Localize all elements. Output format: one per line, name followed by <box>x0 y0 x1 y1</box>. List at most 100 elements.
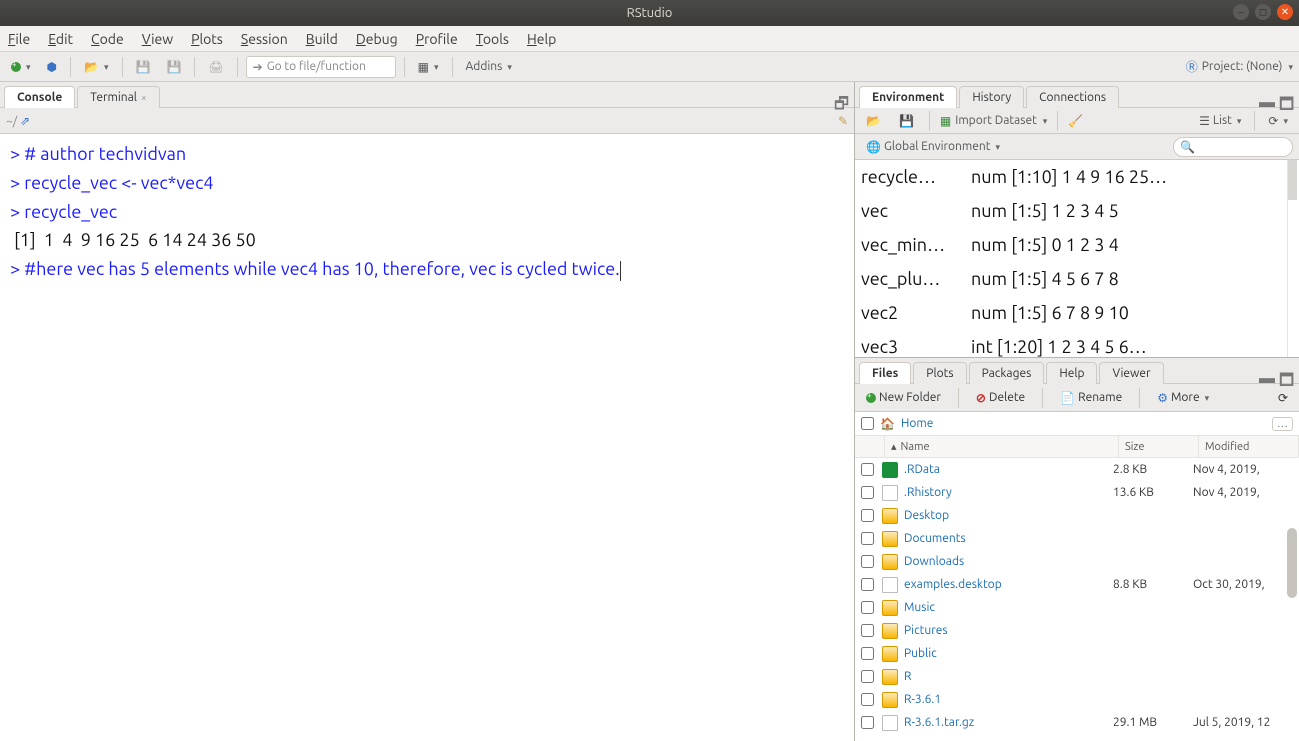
env-var-row[interactable]: vecnum [1:5] 1 2 3 4 5 <box>855 194 1299 228</box>
tab-plots[interactable]: Plots <box>913 362 966 384</box>
select-all-checkbox[interactable] <box>861 417 874 430</box>
col-size[interactable]: Size <box>1119 436 1199 457</box>
menu-debug[interactable]: Debug <box>356 31 398 47</box>
close-button[interactable]: ✕ <box>1277 4 1293 20</box>
menu-session[interactable]: Session <box>241 31 288 47</box>
file-link[interactable]: Music <box>904 601 935 614</box>
pane-maximize-icon[interactable]: 🗖 <box>1279 93 1293 107</box>
tab-viewer[interactable]: Viewer <box>1099 362 1163 384</box>
env-var-row[interactable]: vec_plu…num [1:5] 4 5 6 7 8 <box>855 262 1299 296</box>
minimize-button[interactable]: – <box>1233 4 1249 20</box>
file-row[interactable]: Pictures <box>855 619 1299 642</box>
file-row[interactable]: Documents <box>855 527 1299 550</box>
file-row[interactable]: .RData2.8 KBNov 4, 2019, <box>855 458 1299 481</box>
file-checkbox[interactable] <box>861 670 874 683</box>
rename-button[interactable]: 📄 Rename <box>1055 388 1127 408</box>
menu-help[interactable]: Help <box>527 31 556 47</box>
col-modified[interactable]: Modified <box>1199 436 1299 457</box>
env-var-row[interactable]: vec3int [1:20] 1 2 3 4 5 6… <box>855 330 1299 357</box>
refresh-env-button[interactable]: ⟳ <box>1263 111 1293 131</box>
file-link[interactable]: R-3.6.1 <box>904 693 941 706</box>
menu-build[interactable]: Build <box>306 31 338 47</box>
file-link[interactable]: Desktop <box>904 509 949 522</box>
file-row[interactable]: Public <box>855 642 1299 665</box>
print-button[interactable]: 🖨 <box>203 57 228 77</box>
path-options-button[interactable]: … <box>1272 417 1293 431</box>
more-button[interactable]: ⚙ More <box>1152 388 1214 408</box>
file-row[interactable]: examples.desktop8.8 KBOct 30, 2019, <box>855 573 1299 596</box>
pane-minimize-icon[interactable]: ▬ <box>1259 93 1273 107</box>
maximize-button[interactable]: ◻ <box>1255 4 1271 20</box>
env-search-input[interactable]: 🔍 <box>1173 137 1293 157</box>
file-checkbox[interactable] <box>861 532 874 545</box>
home-icon[interactable]: 🏠 <box>880 417 895 431</box>
env-var-row[interactable]: vec2num [1:5] 6 7 8 9 10 <box>855 296 1299 330</box>
file-link[interactable]: Public <box>904 647 937 660</box>
file-row[interactable]: Downloads <box>855 550 1299 573</box>
file-checkbox[interactable] <box>861 578 874 591</box>
env-scope-button[interactable]: 🌐 Global Environment <box>861 137 1005 157</box>
file-link[interactable]: R <box>904 670 912 683</box>
save-button[interactable]: 💾 <box>131 57 156 77</box>
file-row[interactable]: Music <box>855 596 1299 619</box>
file-link[interactable]: R-3.6.1.tar.gz <box>904 716 974 729</box>
menu-plots[interactable]: Plots <box>191 31 223 47</box>
file-link[interactable]: .RData <box>904 463 940 476</box>
pane-minimize-icon[interactable]: ▬ <box>1259 369 1273 383</box>
save-workspace-button[interactable]: 💾 <box>894 111 919 131</box>
tab-terminal[interactable]: Terminal× <box>77 86 159 108</box>
new-file-button[interactable] <box>6 57 36 76</box>
list-view-button[interactable]: ☰ List <box>1194 111 1246 131</box>
file-link[interactable]: .Rhistory <box>904 486 952 499</box>
tab-environment[interactable]: Environment <box>859 86 957 108</box>
menu-file[interactable]: File <box>8 31 30 47</box>
file-checkbox[interactable] <box>861 486 874 499</box>
grid-button[interactable]: ▦ <box>413 57 444 77</box>
breadcrumb-home[interactable]: Home <box>901 417 933 430</box>
file-row[interactable]: .Rhistory13.6 KBNov 4, 2019, <box>855 481 1299 504</box>
console-output[interactable]: > # author techvidvan> recycle_vec <- ve… <box>0 134 854 741</box>
import-dataset-button[interactable]: ▦Import Dataset <box>940 114 1047 128</box>
file-link[interactable]: Downloads <box>904 555 964 568</box>
file-row[interactable]: Desktop <box>855 504 1299 527</box>
file-link[interactable]: Pictures <box>904 624 948 637</box>
file-checkbox[interactable] <box>861 555 874 568</box>
pane-maximize-icon[interactable]: 🗖 <box>1279 369 1293 383</box>
env-var-row[interactable]: vec_min…num [1:5] 0 1 2 3 4 <box>855 228 1299 262</box>
tab-help[interactable]: Help <box>1046 362 1097 384</box>
file-checkbox[interactable] <box>861 624 874 637</box>
pane-restore-icon[interactable]: 🗗 <box>834 93 848 107</box>
tab-history[interactable]: History <box>959 86 1024 108</box>
new-folder-button[interactable]: New Folder <box>861 388 946 407</box>
open-file-button[interactable]: 📂 <box>79 57 113 77</box>
menu-tools[interactable]: Tools <box>476 31 509 47</box>
new-project-button[interactable]: ⬢ <box>42 57 62 77</box>
tab-console[interactable]: Console <box>4 86 75 108</box>
tab-connections[interactable]: Connections <box>1026 86 1119 108</box>
goto-file-input[interactable]: ➔Go to file/function <box>246 56 396 78</box>
load-workspace-button[interactable]: 📂 <box>861 111 886 131</box>
close-icon[interactable]: × <box>141 92 147 103</box>
menu-edit[interactable]: Edit <box>48 31 73 47</box>
file-link[interactable]: examples.desktop <box>904 578 1002 591</box>
file-checkbox[interactable] <box>861 601 874 614</box>
file-checkbox[interactable] <box>861 693 874 706</box>
tab-files[interactable]: Files <box>859 362 911 384</box>
tab-packages[interactable]: Packages <box>969 362 1045 384</box>
menu-profile[interactable]: Profile <box>416 31 458 47</box>
file-row[interactable]: R-3.6.1.tar.gz29.1 MBJul 5, 2019, 12 <box>855 711 1299 734</box>
file-checkbox[interactable] <box>861 509 874 522</box>
addins-button[interactable]: Addins <box>461 57 517 76</box>
project-menu[interactable]: ⓇProject: (None) <box>1186 58 1293 75</box>
file-checkbox[interactable] <box>861 716 874 729</box>
col-name[interactable]: ▴ Name <box>885 436 1119 457</box>
menu-code[interactable]: Code <box>91 31 124 47</box>
clear-env-icon[interactable]: 🧹 <box>1068 114 1083 128</box>
refresh-files-button[interactable]: ⟳ <box>1273 388 1293 408</box>
file-checkbox[interactable] <box>861 463 874 476</box>
clear-console-icon[interactable]: ✎ <box>838 114 848 128</box>
delete-button[interactable]: ⊘ Delete <box>971 388 1030 408</box>
file-row[interactable]: R-3.6.1 <box>855 688 1299 711</box>
env-var-row[interactable]: recycle…num [1:10] 1 4 9 16 25… <box>855 160 1299 194</box>
file-link[interactable]: Documents <box>904 532 966 545</box>
